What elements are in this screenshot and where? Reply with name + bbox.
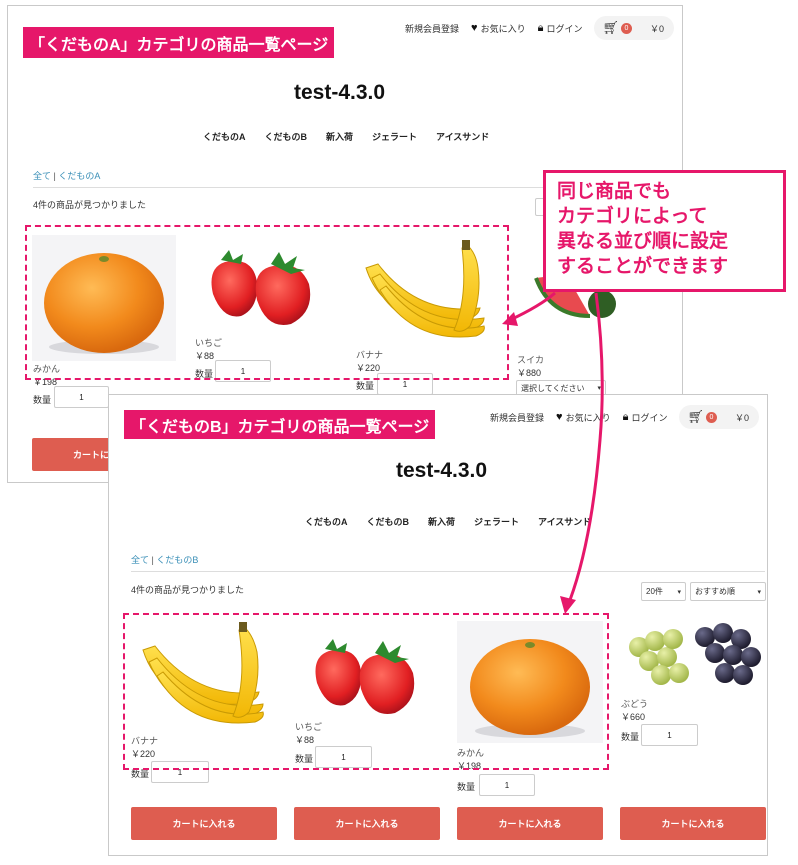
category-nav: くだものA くだものB 新入荷 ジェラート アイスサンド xyxy=(203,130,508,143)
favorites-link[interactable]: ♥ お気に入り xyxy=(471,22,526,35)
add-to-cart-button[interactable]: カートに入れる xyxy=(620,807,766,840)
add-to-cart-button[interactable]: カートに入れる xyxy=(131,807,277,840)
callout-line: 同じ商品でも xyxy=(557,181,672,202)
nav-item-ice-sand[interactable]: アイスサンド xyxy=(436,130,489,143)
add-to-cart-button[interactable]: カートに入れる xyxy=(294,807,440,840)
cart-button[interactable]: 🛒︎ 0 ￥0 xyxy=(594,16,674,40)
lock-icon: 🔒︎ xyxy=(622,410,629,423)
breadcrumb: 全て | くだものB xyxy=(131,555,199,565)
nav-item-fruit-a[interactable]: くだものA xyxy=(203,130,246,143)
category-a-label: 「くだものA」カテゴリの商品一覧ページ xyxy=(23,27,335,58)
sort-select[interactable]: おすすめ順 ▾ xyxy=(690,582,766,601)
breadcrumb-current[interactable]: くだものA xyxy=(58,171,100,181)
divider xyxy=(131,571,765,572)
quantity-label: 数量 xyxy=(33,395,52,405)
quantity-input[interactable]: 1 xyxy=(479,774,535,796)
quantity-label: 数量 xyxy=(356,381,375,391)
cart-icon: 🛒︎ xyxy=(602,20,619,35)
category-b-screenshot: 新規会員登録 ♥ お気に入り 🔒︎ ログイン 🛒︎ 0 ￥0 test-4.3.0 … xyxy=(108,394,768,856)
callout-line: することができます xyxy=(557,256,729,277)
cart-total: ￥0 xyxy=(734,412,749,423)
per-page-select[interactable]: 20件 ▾ xyxy=(641,582,686,601)
product-image-grape[interactable] xyxy=(619,617,767,693)
nav-item-fruit-a[interactable]: くだものA xyxy=(305,515,348,528)
nav-item-gelato[interactable]: ジェラート xyxy=(372,130,417,143)
nav-item-gelato[interactable]: ジェラート xyxy=(474,515,519,528)
heart-icon: ♥ xyxy=(556,411,563,423)
header-bar: 新規会員登録 ♥ お気に入り 🔒︎ ログイン 🛒︎ 0 ￥0 xyxy=(490,395,767,439)
nav-item-new[interactable]: 新入荷 xyxy=(326,130,353,143)
breadcrumb: 全て | くだものA xyxy=(33,171,101,181)
cart-count-badge: 0 xyxy=(705,411,717,423)
login-link[interactable]: 🔒︎ ログイン xyxy=(538,22,583,35)
cart-count-badge: 0 xyxy=(620,22,632,34)
site-title[interactable]: test-4.3.0 xyxy=(396,459,487,483)
add-to-cart-button[interactable]: カートに入れる xyxy=(457,807,603,840)
quantity-label: 数量 xyxy=(457,782,476,792)
product-highlight-frame xyxy=(123,613,609,770)
product-name[interactable]: ぶどう xyxy=(621,697,648,710)
nav-item-ice-sand[interactable]: アイスサンド xyxy=(538,515,591,528)
result-count: 4件の商品が見つかりました xyxy=(131,585,245,595)
nav-item-new[interactable]: 新入荷 xyxy=(428,515,455,528)
callout-line: カテゴリによって xyxy=(557,206,708,227)
login-link[interactable]: 🔒︎ ログイン xyxy=(623,411,668,424)
quantity-input[interactable]: 1 xyxy=(641,724,698,746)
lock-icon: 🔒︎ xyxy=(537,21,544,34)
quantity-label: 数量 xyxy=(621,732,640,742)
cart-icon: 🛒︎ xyxy=(687,409,704,424)
chevron-down-icon: ▾ xyxy=(757,588,761,596)
product-price: ￥660 xyxy=(621,712,646,722)
favorites-link[interactable]: ♥ お気に入り xyxy=(556,411,611,424)
product-price: ￥880 xyxy=(517,368,542,378)
callout-line: 異なる並び順に設定 xyxy=(557,231,729,252)
cart-button[interactable]: 🛒︎ 0 ￥0 xyxy=(679,405,759,429)
header-bar: 新規会員登録 ♥ お気に入り 🔒︎ ログイン 🛒︎ 0 ￥0 xyxy=(405,6,682,50)
product-name[interactable]: スイカ xyxy=(517,353,544,366)
nav-item-fruit-b[interactable]: くだものB xyxy=(367,515,410,528)
register-link[interactable]: 新規会員登録 xyxy=(490,411,544,424)
chevron-down-icon: ▾ xyxy=(597,385,601,392)
breadcrumb-all[interactable]: 全て xyxy=(131,555,149,565)
result-count: 4件の商品が見つかりました xyxy=(33,200,147,210)
nav-item-fruit-b[interactable]: くだものB xyxy=(265,130,308,143)
cart-total: ￥0 xyxy=(649,23,664,34)
category-nav: くだものA くだものB 新入荷 ジェラート アイスサンド xyxy=(305,515,610,528)
register-link[interactable]: 新規会員登録 xyxy=(405,22,459,35)
heart-icon: ♥ xyxy=(471,22,478,34)
quantity-input[interactable]: 1 xyxy=(54,386,109,408)
breadcrumb-current[interactable]: くだものB xyxy=(156,555,198,565)
product-highlight-frame xyxy=(25,225,509,380)
site-title[interactable]: test-4.3.0 xyxy=(294,81,385,105)
annotation-callout: 同じ商品でも カテゴリによって 異なる並び順に設定 することができます xyxy=(543,170,786,292)
chevron-down-icon: ▾ xyxy=(677,588,681,596)
breadcrumb-all[interactable]: 全て xyxy=(33,171,51,181)
category-b-label: 「くだものB」カテゴリの商品一覧ページ xyxy=(124,410,436,439)
